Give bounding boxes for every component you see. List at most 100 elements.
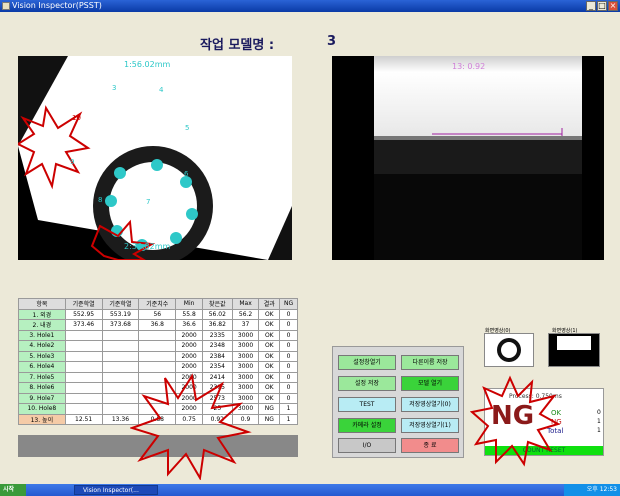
dimension-bottom: 2:36.82mm (124, 242, 171, 251)
col-header: 결과 (258, 298, 281, 310)
start-button[interactable]: 시작 (0, 484, 26, 496)
camera-setup-button[interactable]: 카메라 설정 (338, 418, 396, 433)
open-model-button[interactable]: 모델 열기 (401, 376, 459, 391)
table-cell: 373.68 (101, 319, 140, 331)
table-cell: 3000 (231, 350, 260, 362)
table-cell: 2. 내경 (18, 319, 66, 331)
open-settings-button[interactable]: 설정창열기 (338, 355, 396, 370)
exit-button[interactable]: 종 료 (401, 438, 459, 453)
table-cell: 2384 (202, 350, 233, 362)
height-overlay: 13: 0.92 (452, 62, 486, 71)
table-cell: 1 (279, 403, 298, 415)
table-cell: 36.6 (175, 319, 204, 331)
dimension-top: 1:56.02mm (124, 60, 171, 69)
taskbar: 시작 Vision Inspector(... 오후 12:53 (0, 484, 620, 496)
table-cell: 2000 (175, 350, 204, 362)
table-cell: 8. Hole6 (18, 382, 66, 394)
thumbnail-1[interactable] (548, 333, 600, 367)
thumbnail-0[interactable] (484, 333, 534, 367)
minimize-icon[interactable]: _ (586, 1, 596, 11)
table-cell (101, 329, 140, 341)
open-saved-image-1-button[interactable]: 저장영상열기(1) (401, 418, 459, 433)
hole-label-9: 9 (70, 158, 75, 166)
table-cell: 1 (279, 413, 298, 425)
table-cell: 0 (279, 329, 298, 341)
red-burst-annotation-2 (470, 375, 560, 467)
table-row: 5. Hole3 2000 2384 3000 OK 0 (18, 350, 298, 362)
model-label: 작업 모델명 : (200, 38, 275, 53)
model-value: 3 (327, 34, 337, 49)
table-cell: 56.2 (231, 308, 260, 320)
table-cell: 7. Hole5 (18, 371, 66, 383)
table-row: 4. Hole2 2000 2348 3000 OK 0 (18, 340, 298, 352)
table-cell: 12.51 (64, 413, 103, 425)
table-cell: OK (258, 350, 281, 362)
table-cell: NG (258, 403, 281, 415)
table-cell: 13. 높이 (18, 413, 66, 425)
table-cell: 0 (279, 371, 298, 383)
table-cell: 3000 (231, 340, 260, 352)
table-header-row: 항목 기준학열 기준학열 기준치수 Min 찾은값 Max 결과 NG (18, 298, 298, 310)
save-settings-button[interactable]: 설정 저장 (338, 376, 396, 391)
table-cell: 10. Hole8 (18, 403, 66, 415)
table-cell: OK (258, 340, 281, 352)
table-cell: OK (258, 308, 281, 320)
table-cell: 4. Hole2 (18, 340, 66, 352)
camera-view-2: 13: 0.92 (332, 56, 604, 260)
table-cell: NG (258, 413, 281, 425)
total-count-value: 1 (597, 427, 601, 434)
maximize-icon[interactable]: □ (597, 1, 607, 11)
table-cell: 553.19 (101, 308, 140, 320)
table-cell: 9. Hole7 (18, 392, 66, 404)
table-cell: 0 (279, 392, 298, 404)
table-cell (64, 350, 103, 362)
app-window: Vision Inspector(PSST) _ □ × 작업 모델명 : 3 … (0, 0, 620, 496)
table-cell (138, 329, 177, 341)
camera-2-image (374, 56, 582, 260)
taskbar-task[interactable]: Vision Inspector(... (74, 485, 158, 495)
table-cell: 2348 (202, 340, 233, 352)
io-button[interactable]: I/O (338, 438, 396, 453)
camera-view-1: 1:56.02mm 2:36.82mm 3 4 5 6 7 8 9 10 (18, 56, 292, 260)
table-cell (64, 382, 103, 394)
table-row: 3. Hole1 2000 2335 3000 OK 0 (18, 329, 298, 341)
ok-count-value: 0 (597, 409, 601, 416)
table-cell: 36.8 (138, 319, 177, 331)
table-cell (64, 361, 103, 373)
save-as-button[interactable]: 다른이름 저장 (401, 355, 459, 370)
table-cell (64, 329, 103, 341)
col-header: 기준학열 (64, 298, 103, 310)
red-burst-annotation (130, 373, 252, 480)
table-cell: OK (258, 371, 281, 383)
table-cell (64, 371, 103, 383)
table-cell (138, 340, 177, 352)
table-cell: 0 (279, 382, 298, 394)
table-row: 2. 내경 373.46 373.68 36.8 36.6 36.82 37 OK 0 (18, 319, 298, 331)
col-header: Min (175, 298, 204, 310)
hole-label-3: 3 (112, 84, 117, 92)
table-cell: 2000 (175, 329, 204, 341)
hole-label-10: 10 (72, 114, 81, 122)
table-cell (138, 350, 177, 362)
col-header: 기준학열 (101, 298, 140, 310)
table-cell: 0 (279, 340, 298, 352)
table-cell: 55.8 (175, 308, 204, 320)
table-cell: 0 (279, 350, 298, 362)
table-cell: OK (258, 392, 281, 404)
app-icon (2, 2, 10, 10)
hole-label-5: 5 (185, 124, 190, 132)
close-icon[interactable]: × (608, 1, 618, 11)
table-cell: OK (258, 329, 281, 341)
table-cell (101, 350, 140, 362)
test-button[interactable]: TEST (338, 397, 396, 412)
table-cell: 5. Hole3 (18, 350, 66, 362)
table-cell: 6. Hole4 (18, 361, 66, 373)
table-cell (64, 340, 103, 352)
clock: 오후 12:53 (564, 484, 620, 496)
open-saved-image-0-button[interactable]: 저장영상열기(0) (401, 397, 459, 412)
table-cell: 2335 (202, 329, 233, 341)
hole-label-7: 7 (146, 198, 151, 206)
col-header: Max (231, 298, 260, 310)
window-title: Vision Inspector(PSST) (12, 1, 102, 10)
table-cell: 552.95 (64, 308, 103, 320)
